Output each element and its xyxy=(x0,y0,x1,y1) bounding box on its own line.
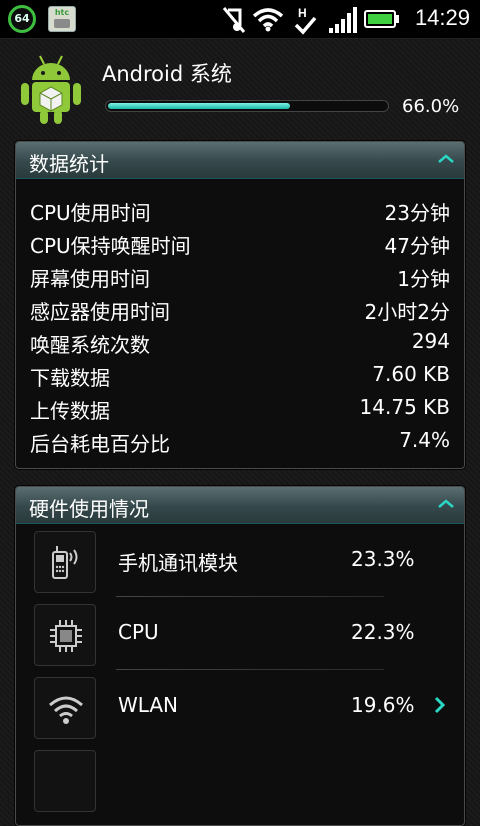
hw-row-wlan[interactable]: WLAN 19.6% xyxy=(16,670,464,743)
htc-app-icon: htc xyxy=(48,6,76,32)
usage-percent: 66.0% xyxy=(402,96,460,117)
stat-row-cpu-time: CPU使用时间 23分钟 xyxy=(16,193,464,226)
partial-icon-box xyxy=(34,750,96,812)
music-muted-icon xyxy=(222,7,246,33)
hw-value: 23.3% xyxy=(351,547,415,571)
stat-label: CPU使用时间 xyxy=(30,201,151,225)
hw-value: 22.3% xyxy=(351,620,415,644)
svg-text:H: H xyxy=(298,6,307,20)
stat-value: 14.75 KB xyxy=(359,395,450,419)
panel-title: 硬件使用情况 xyxy=(29,497,149,521)
hw-name: WLAN xyxy=(118,693,179,717)
usage-progress-fill xyxy=(108,103,291,109)
notification-count-badge: 64 xyxy=(8,5,36,33)
hardware-usage-header[interactable]: 硬件使用情况 xyxy=(16,487,464,524)
app-name: Android 系统 xyxy=(102,62,232,86)
stat-row-download: 下载数据 7.60 KB xyxy=(16,358,464,391)
stat-row-upload: 上传数据 14.75 KB xyxy=(16,391,464,424)
app-header: Android 系统 66.0% xyxy=(0,38,480,138)
wifi-icon xyxy=(34,677,96,739)
stat-row-sensor-time: 感应器使用时间 2小时2分 xyxy=(16,292,464,325)
data-stats-header[interactable]: 数据统计 xyxy=(16,142,464,179)
status-bar: 64 htc H 14:29 xyxy=(0,0,480,39)
stat-label: 下载数据 xyxy=(30,366,110,390)
data-stats-panel: 数据统计 CPU使用时间 23分钟 CPU保持唤醒时间 47分钟 屏幕使用时间 … xyxy=(15,141,465,469)
cell-signal-icon xyxy=(329,7,357,33)
hw-row-cpu[interactable]: CPU 22.3% xyxy=(16,597,464,670)
stat-label: 唤醒系统次数 xyxy=(30,333,150,357)
stat-value: 294 xyxy=(411,329,450,353)
clock: 14:29 xyxy=(414,5,470,30)
stat-label: 屏幕使用时间 xyxy=(30,267,150,291)
stat-value: 47分钟 xyxy=(384,234,450,258)
stat-row-background-power: 后台耗电百分比 7.4% xyxy=(16,424,464,457)
android-robot-icon xyxy=(21,55,81,124)
stat-value: 7.60 KB xyxy=(372,362,450,386)
stat-label: 后台耗电百分比 xyxy=(30,432,170,456)
h-signal-icon: H xyxy=(294,6,317,35)
hw-name: 手机通讯模块 xyxy=(118,551,238,575)
phone-radio-icon xyxy=(34,531,96,593)
wifi-icon xyxy=(252,8,284,32)
hw-value: 19.6% xyxy=(351,693,415,717)
battery-icon xyxy=(364,10,399,28)
cpu-chip-icon xyxy=(34,604,96,666)
stat-row-cpu-awake: CPU保持唤醒时间 47分钟 xyxy=(16,226,464,259)
htc-app-icon-label: htc xyxy=(54,8,70,17)
hw-name: CPU xyxy=(118,620,159,644)
stat-value: 23分钟 xyxy=(384,201,450,225)
stat-value: 2小时2分 xyxy=(364,300,450,324)
stat-list: CPU使用时间 23分钟 CPU保持唤醒时间 47分钟 屏幕使用时间 1分钟 感… xyxy=(16,179,464,457)
stat-label: 感应器使用时间 xyxy=(30,300,170,324)
hardware-usage-panel: 硬件使用情况 手机通讯模块 23.3% CPU 22.3% WLAN 19.6% xyxy=(15,486,465,826)
chevron-right-icon[interactable] xyxy=(434,696,446,714)
stat-label: 上传数据 xyxy=(30,399,110,423)
stat-value: 1分钟 xyxy=(397,267,450,291)
stat-value: 7.4% xyxy=(399,428,450,452)
hw-row-phone-radio[interactable]: 手机通讯模块 23.3% xyxy=(16,524,464,597)
panel-title: 数据统计 xyxy=(29,152,109,176)
collapse-icon[interactable] xyxy=(437,499,455,509)
stat-label: CPU保持唤醒时间 xyxy=(30,234,191,258)
stat-row-screen-time: 屏幕使用时间 1分钟 xyxy=(16,259,464,292)
collapse-icon[interactable] xyxy=(437,154,455,164)
usage-progress-bar xyxy=(105,100,389,112)
stat-row-wakeups: 唤醒系统次数 294 xyxy=(16,325,464,358)
hw-row-partial xyxy=(16,743,464,816)
